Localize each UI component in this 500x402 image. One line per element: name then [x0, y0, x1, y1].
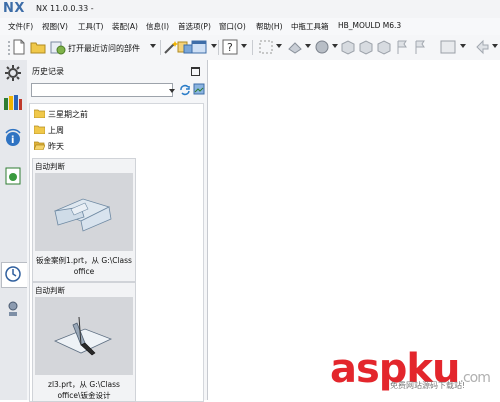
folder-open-icon	[34, 141, 45, 150]
flag-icon[interactable]	[394, 39, 410, 55]
card-caption-line1: zl3.prt，从 G:\Class	[48, 380, 120, 389]
refresh-icon[interactable]	[179, 84, 191, 96]
history-part-card[interactable]: 自动判断 钣金案例1.prt，从 G:\Class office	[32, 158, 136, 282]
history-clock-icon[interactable]	[3, 264, 23, 284]
title-bar: NX NX 11.0.0.33 -	[0, 0, 500, 19]
folder-label: 上周	[48, 126, 64, 135]
part-thumbnail	[35, 297, 133, 375]
new-file-icon[interactable]	[11, 39, 27, 55]
system-materials-icon[interactable]	[3, 298, 23, 318]
history-panel: 历史记录 三星期之前 上周 昨天 自动判断 钣金案例1.prt，从 G:\Cla…	[27, 60, 208, 402]
display-window-icon[interactable]	[191, 39, 207, 55]
folder-label: 昨天	[48, 142, 64, 151]
menu-view[interactable]: 视图(V)	[42, 21, 68, 32]
help-icon[interactable]: ?	[222, 39, 238, 55]
reuse-library-icon[interactable]	[3, 166, 23, 186]
filter-dropdown-icon[interactable]	[169, 89, 175, 93]
menu-hb-mould[interactable]: HB_MOULD M6.3	[338, 21, 401, 30]
history-folder-item[interactable]: 三星期之前	[34, 107, 194, 121]
view-orient-dropdown-icon[interactable]	[305, 44, 311, 48]
cube-top-icon[interactable]	[358, 39, 374, 55]
history-part-card[interactable]: 自动判断 zl3.prt，从 G:\Class office\钣金设计	[32, 282, 136, 402]
toolbar-separator	[252, 40, 253, 55]
history-folder-item[interactable]: 上周	[34, 123, 194, 137]
window-title: NX 11.0.0.33 -	[36, 4, 94, 13]
snap-dropdown-icon[interactable]	[276, 44, 282, 48]
assembly-navigator-icon[interactable]	[3, 92, 23, 112]
open-recent-icon[interactable]	[50, 39, 66, 55]
render-style-icon[interactable]	[314, 39, 330, 55]
panel-title: 历史记录	[32, 67, 64, 76]
svg-text:?: ?	[227, 41, 233, 54]
cube-right-icon[interactable]	[376, 39, 392, 55]
menu-tools[interactable]: 工具(T)	[78, 21, 103, 32]
folder-label: 三星期之前	[48, 110, 88, 119]
open-recent-dropdown-icon[interactable]	[150, 44, 156, 48]
cube-front-icon[interactable]	[340, 39, 356, 55]
card-caption-line1: 钣金案例1.prt，从 G:\Class	[36, 256, 132, 265]
gear-icon[interactable]	[3, 63, 23, 83]
snap-grid-icon[interactable]	[258, 39, 274, 55]
arrow-dropdown-icon[interactable]	[492, 44, 498, 48]
arrow-icon[interactable]	[474, 39, 490, 55]
folder-icon	[34, 125, 45, 134]
menu-zhongping-toolbox[interactable]: 中瓶工具箱	[291, 21, 329, 32]
menu-help[interactable]: 帮助(H)	[256, 21, 283, 32]
help-dropdown-icon[interactable]	[241, 44, 247, 48]
card-caption-line2: office	[73, 267, 95, 276]
toolbar-separator	[160, 40, 161, 55]
view-mode-icon[interactable]	[193, 83, 205, 95]
menu-window[interactable]: 窗口(O)	[219, 21, 246, 32]
menu-info[interactable]: 信息(I)	[146, 21, 169, 32]
flag-icon[interactable]	[412, 39, 428, 55]
menu-file[interactable]: 文件(F)	[8, 21, 33, 32]
info-icon[interactable]: i	[3, 128, 23, 148]
resource-bar: i	[0, 60, 28, 400]
folder-icon	[34, 109, 45, 118]
open-folder-icon[interactable]	[30, 39, 46, 55]
watermark-tagline: 免费网站源码下载站!	[390, 381, 466, 390]
maximize-icon[interactable]	[191, 67, 200, 76]
toolbar-separator	[218, 40, 219, 55]
part-thumbnail	[35, 173, 133, 251]
card-header: 自动判断	[35, 162, 65, 171]
svg-text:i: i	[11, 135, 14, 146]
color-swatch-icon[interactable]	[440, 39, 456, 55]
menu-assembly[interactable]: 装配(A)	[112, 21, 138, 32]
color-dropdown-icon[interactable]	[460, 44, 466, 48]
open-recent-button[interactable]: 打开最近访问的部件	[68, 43, 140, 54]
card-caption-line2: office\钣金设计	[57, 391, 111, 400]
main-toolbar: 打开最近访问的部件 ?	[0, 35, 500, 61]
menu-bar: 文件(F) 视图(V) 工具(T) 装配(A) 信息(I) 首选项(P) 窗口(…	[0, 18, 500, 36]
history-filter-input[interactable]	[31, 83, 173, 97]
view-orient-icon[interactable]	[287, 39, 303, 55]
menu-preferences[interactable]: 首选项(P)	[178, 21, 211, 32]
history-list: 三星期之前 上周 昨天 自动判断 钣金案例1.prt，从 G:\Class of…	[29, 103, 204, 402]
display-dropdown-icon[interactable]	[211, 44, 217, 48]
render-style-dropdown-icon[interactable]	[332, 44, 338, 48]
card-header: 自动判断	[35, 286, 65, 295]
sheet-metal-preview	[53, 198, 112, 232]
app-logo: NX	[3, 1, 25, 16]
sheet-metal-preview	[53, 316, 113, 356]
history-folder-item[interactable]: 昨天	[34, 139, 194, 153]
